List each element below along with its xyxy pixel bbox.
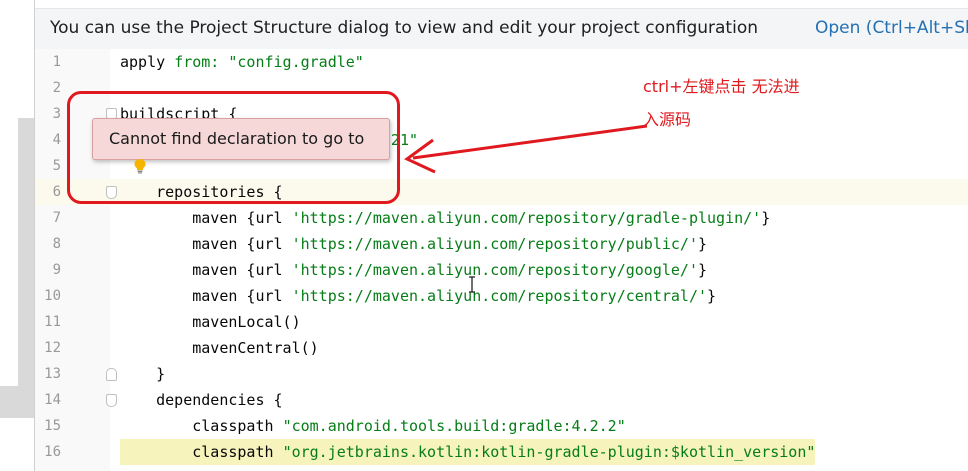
line-number: 14 [44,392,61,408]
code-token: 'https://maven.aliyun.com/repository/goo… [291,261,698,279]
code-text: mavenCentral() [120,335,319,361]
line-number: 8 [52,236,61,252]
code-text: maven {url 'https://maven.aliyun.com/rep… [120,231,707,257]
code-text: maven {url 'https://maven.aliyun.com/rep… [120,205,770,231]
code-token: from: [174,53,229,71]
code-token: dependencies { [120,391,283,409]
error-tooltip: Cannot find declaration to go to [92,118,390,160]
code-line[interactable]: 8 maven {url 'https://maven.aliyun.com/r… [35,231,968,257]
code-line[interactable]: 12 mavenCentral() [35,335,968,361]
text-cursor-icon [469,276,475,293]
banner-message: You can use the Project Structure dialog… [50,18,758,38]
open-project-structure-link[interactable]: Open (Ctrl+Alt+Sh [815,18,968,38]
code-text: } [120,361,165,387]
code-text: maven {url 'https://maven.aliyun.com/rep… [120,257,707,283]
line-number: 9 [52,262,61,278]
code-token: } [707,287,717,305]
code-text: classpath "com.android.tools.build:gradl… [120,413,626,439]
code-line[interactable]: 14 dependencies { [35,387,968,413]
line-number: 1 [52,54,61,70]
code-token: maven {url [120,261,292,279]
line-number: 4 [52,132,61,148]
line-number: 6 [52,184,61,200]
line-number: 3 [52,106,61,122]
tooltip-text: Cannot find declaration to go to [109,129,365,148]
code-token: classpath [120,417,283,435]
code-line[interactable]: 15 classpath "com.android.tools.build:gr… [35,413,968,439]
lightbulb-icon[interactable] [133,158,147,174]
code-token: "org.jetbrains.kotlin:kotlin-gradle-plug… [282,443,816,461]
code-token: mavenLocal() [120,313,301,331]
code-token: apply [120,53,175,71]
code-token: "config.gradle" [228,53,364,71]
code-token: maven {url [120,235,292,253]
code-text: dependencies { [120,387,283,413]
line-number: 13 [44,366,61,382]
code-token: maven {url [120,209,292,227]
line-number: 15 [44,418,61,434]
code-token: } [761,209,771,227]
scroll-indicator-secondary [0,386,35,418]
fold-marker-icon[interactable] [106,394,117,407]
code-token: } [120,365,166,383]
code-line[interactable]: 9 maven {url 'https://maven.aliyun.com/r… [35,257,968,283]
code-token: 'https://maven.aliyun.com/repository/pub… [291,235,698,253]
code-text: apply from: "config.gradle" [120,49,364,75]
code-line[interactable]: 11 mavenLocal() [35,309,968,335]
code-token: 'https://maven.aliyun.com/repository/cen… [291,287,708,305]
code-token: 'https://maven.aliyun.com/repository/gra… [291,209,762,227]
line-number: 5 [52,158,61,174]
code-line[interactable]: 16 classpath "org.jetbrains.kotlin:kotli… [35,439,968,465]
line-number: 11 [44,314,61,330]
line-number: 7 [52,210,61,226]
code-line[interactable]: 1 apply from: "config.gradle" [35,49,968,75]
line-number: 12 [44,340,61,356]
code-line[interactable]: 7 maven {url 'https://maven.aliyun.com/r… [35,205,968,231]
left-tool-strip [0,0,35,471]
code-text: maven {url 'https://maven.aliyun.com/rep… [120,283,716,309]
line-number: 10 [44,288,61,304]
notification-banner: You can use the Project Structure dialog… [35,8,968,50]
code-token: } [697,261,708,279]
annotation-arrow [404,124,648,174]
code-token: mavenCentral() [120,339,319,357]
code-token: } [697,235,708,253]
line-number: 2 [52,80,61,96]
code-line[interactable]: 10 maven {url 'https://maven.aliyun.com/… [35,283,968,309]
code-token: maven {url [120,287,292,305]
fold-marker-icon[interactable] [106,368,117,381]
code-token: "com.android.tools.build:gradle:4.2.2" [282,417,626,435]
annotation-text-line1: ctrl+左键点击 无法进 [643,77,800,96]
code-text: mavenLocal() [120,309,301,335]
line-number: 16 [44,444,61,460]
annotation-text-line2: 入源码 [643,110,692,129]
scroll-indicator [18,118,35,388]
code-line[interactable]: 13 } [35,361,968,387]
code-token: classpath [120,443,283,461]
code-text: classpath "org.jetbrains.kotlin:kotlin-g… [120,439,816,465]
